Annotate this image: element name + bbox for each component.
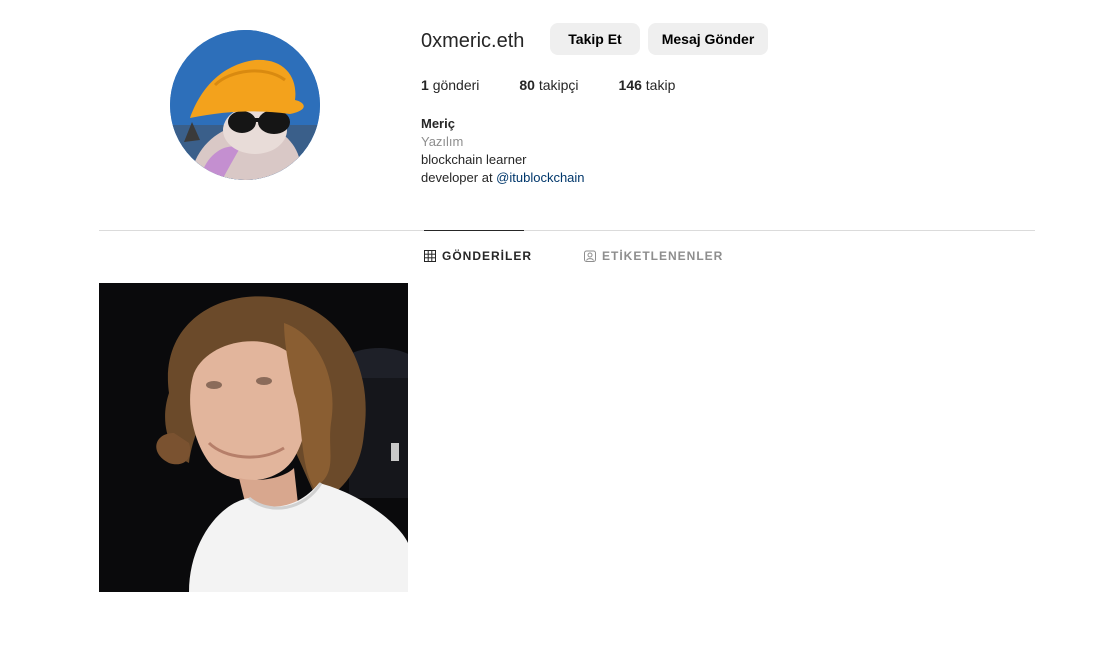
profile-username: 0xmeric.eth <box>421 30 525 52</box>
posts-count: 1 <box>421 77 429 93</box>
tab-tagged[interactable]: ETİKETLENENLER <box>584 249 723 263</box>
tab-posts[interactable]: GÖNDERİLER <box>424 249 532 263</box>
bio-line-1: blockchain learner <box>421 152 527 167</box>
tab-posts-label: GÖNDERİLER <box>442 249 533 263</box>
profile-avatar[interactable] <box>170 30 320 180</box>
follow-button[interactable]: Takip Et <box>550 23 640 55</box>
bio-line-2: developer at @itublockchain <box>421 169 585 187</box>
bio-mention-link[interactable]: @itublockchain <box>496 170 584 185</box>
following-stat[interactable]: 146 takip <box>619 77 676 93</box>
active-tab-indicator <box>424 230 524 231</box>
posts-count-stat: 1 gönderi <box>421 77 479 93</box>
profile-bio: Meriç Yazılım blockchain learner develop… <box>421 115 585 187</box>
post-thumbnail[interactable] <box>99 283 408 592</box>
followers-label: takipçi <box>538 77 579 93</box>
following-count: 146 <box>618 77 642 93</box>
following-label: takip <box>645 77 676 93</box>
grid-icon <box>424 250 436 262</box>
post-photo <box>99 283 408 592</box>
avatar-image <box>170 30 320 180</box>
send-message-button[interactable]: Mesaj Gönder <box>648 23 768 55</box>
followers-count: 80 <box>519 77 535 93</box>
tab-tagged-label: ETİKETLENENLER <box>602 249 724 263</box>
tabs-divider <box>99 230 1035 231</box>
posts-label: gönderi <box>432 77 480 93</box>
followers-stat[interactable]: 80 takipçi <box>519 77 578 93</box>
bio-line-2-prefix: developer at <box>421 170 497 185</box>
profile-category: Yazılım <box>421 134 464 149</box>
profile-full-name: Meriç <box>421 116 455 131</box>
profile-stats: 1 gönderi 80 takipçi 146 takip <box>421 77 715 93</box>
tagged-person-icon <box>584 250 596 262</box>
